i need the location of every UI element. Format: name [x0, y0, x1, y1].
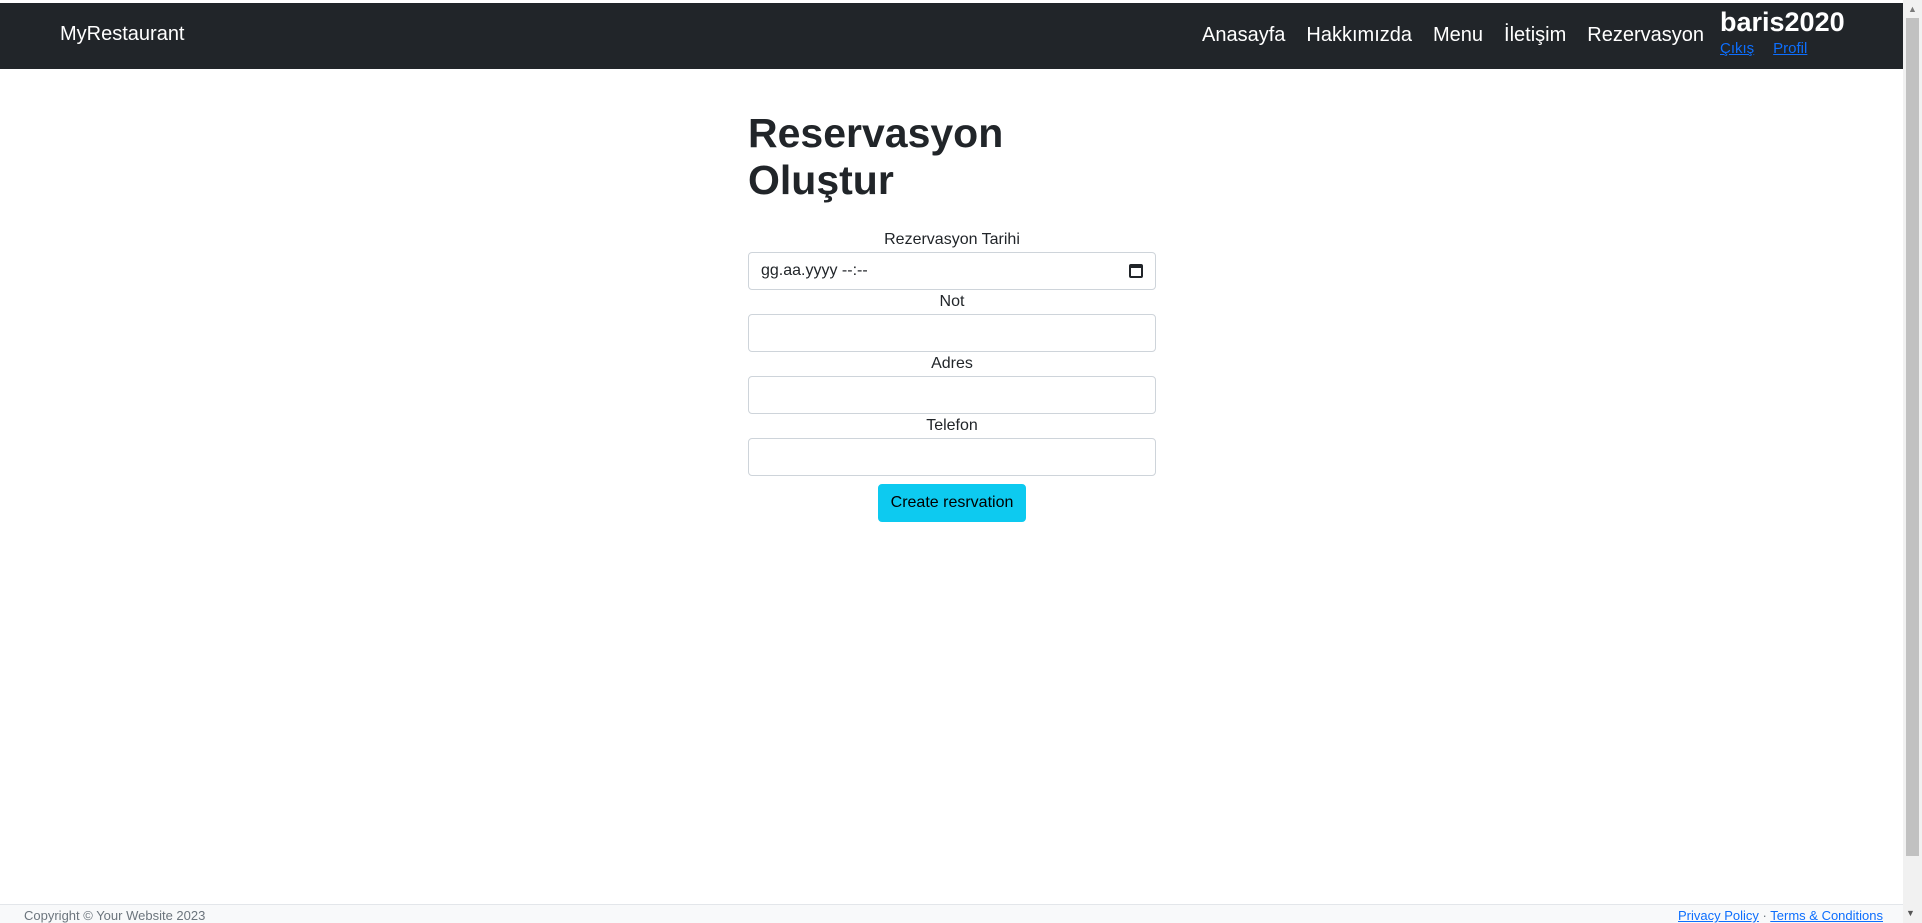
scroll-down-icon[interactable]: ▼	[1906, 908, 1915, 918]
vertical-scrollbar[interactable]: ▲	[1903, 0, 1922, 923]
nav-link-rezervasyon[interactable]: Rezervasyon	[1587, 24, 1704, 47]
footer: Copyright © Your Website 2023 Privacy Po…	[0, 904, 1903, 923]
reservation-form-area: Reservasyon Oluştur Rezervasyon Tarihi g…	[748, 110, 1156, 522]
nav-link-menu[interactable]: Menu	[1433, 24, 1483, 47]
terms-link[interactable]: Terms & Conditions	[1770, 908, 1883, 923]
privacy-policy-link[interactable]: Privacy Policy	[1678, 908, 1759, 923]
phone-label: Telefon	[926, 417, 978, 434]
username: baris2020	[1720, 7, 1845, 37]
user-links: Çıkış Profil	[1720, 40, 1845, 57]
calendar-icon[interactable]	[1129, 264, 1143, 278]
nav-link-iletisim[interactable]: İletişim	[1504, 24, 1566, 47]
footer-separator: ·	[1762, 908, 1767, 923]
nav-links: Anasayfa Hakkımızda Menu İletişim Rezerv…	[1202, 24, 1704, 47]
navbar-brand[interactable]: MyRestaurant	[60, 23, 185, 46]
reservation-form: Rezervasyon Tarihi gg.aa.yyyy --:-- Not …	[748, 231, 1156, 522]
footer-links: Privacy Policy · Terms & Conditions	[1678, 908, 1883, 923]
date-label: Rezervasyon Tarihi	[884, 231, 1020, 248]
logout-link[interactable]: Çıkış	[1720, 40, 1754, 57]
browser-viewport: MyRestaurant Anasayfa Hakkımızda Menu İl…	[0, 0, 1922, 923]
phone-input[interactable]	[748, 438, 1156, 476]
note-label: Not	[939, 293, 965, 310]
scroll-thumb[interactable]	[1906, 18, 1919, 856]
profile-link[interactable]: Profil	[1773, 40, 1807, 57]
footer-copyright: Copyright © Your Website 2023	[24, 908, 206, 923]
nav-link-anasayfa[interactable]: Anasayfa	[1202, 24, 1285, 47]
address-label: Adres	[931, 355, 973, 372]
address-input[interactable]	[748, 376, 1156, 414]
date-placeholder: gg.aa.yyyy --:--	[761, 262, 868, 279]
submit-wrap: Create resrvation	[748, 484, 1156, 522]
nav-link-hakkimizda[interactable]: Hakkımızda	[1306, 24, 1412, 47]
page-title: Reservasyon Oluştur	[748, 110, 1004, 203]
note-input[interactable]	[748, 314, 1156, 352]
scroll-up-icon[interactable]: ▲	[1908, 4, 1917, 14]
reservation-date-input[interactable]: gg.aa.yyyy --:--	[748, 252, 1156, 290]
user-block: baris2020 Çıkış Profil	[1720, 7, 1845, 57]
navbar: MyRestaurant Anasayfa Hakkımızda Menu İl…	[0, 3, 1903, 69]
create-reservation-button[interactable]: Create resrvation	[877, 484, 1027, 522]
